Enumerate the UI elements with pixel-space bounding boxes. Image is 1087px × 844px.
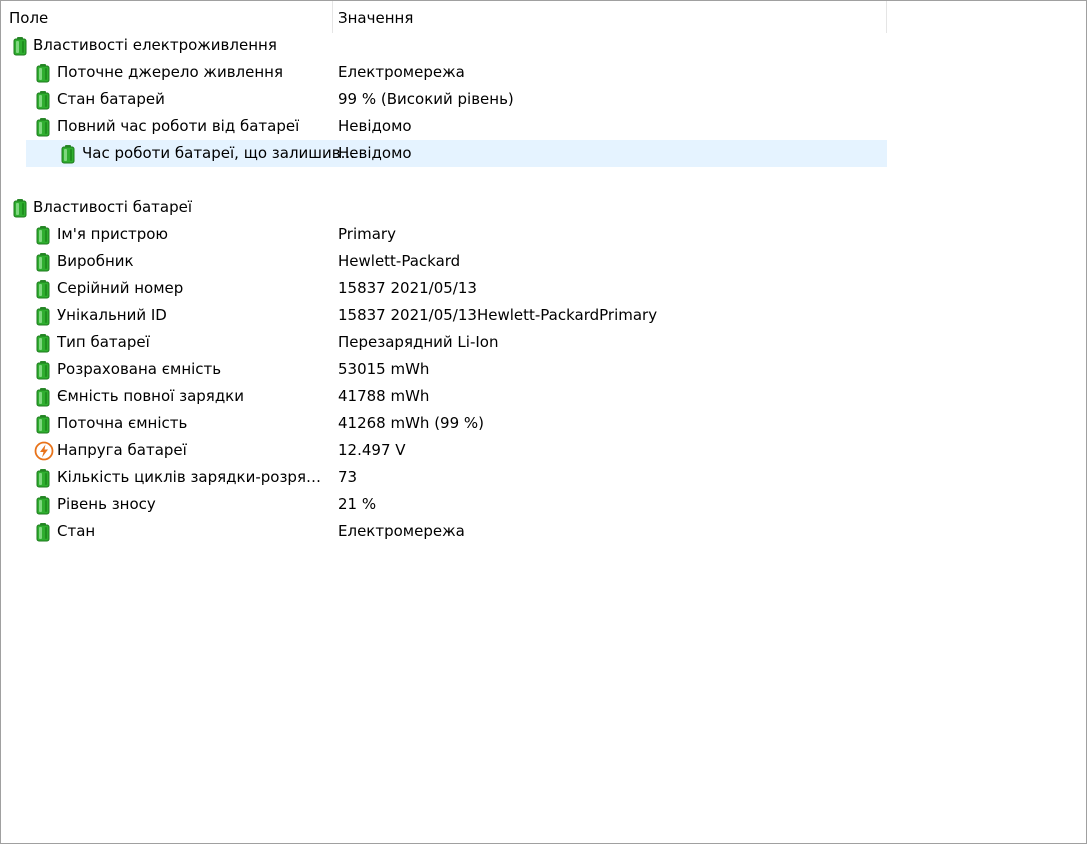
group-title: Властивості батареї bbox=[33, 198, 193, 216]
field-value: Невідомо bbox=[338, 117, 412, 135]
property-row[interactable]: Час роботи батареї, що залишив... Невідом… bbox=[26, 140, 887, 167]
property-row[interactable]: Розрахована ємність 53015 mWh bbox=[1, 356, 887, 383]
battery-icon bbox=[34, 360, 52, 380]
column-divider[interactable] bbox=[886, 1, 887, 33]
voltage-icon bbox=[34, 441, 54, 461]
battery-icon bbox=[34, 63, 52, 83]
field-label: Серійний номер bbox=[57, 279, 184, 297]
field-label: Кількість циклів зарядки-розрядки bbox=[57, 468, 330, 486]
battery-icon bbox=[34, 387, 52, 407]
field-label: Час роботи батареї, що залишив... bbox=[82, 144, 355, 162]
battery-icon bbox=[34, 225, 52, 245]
field-value: Hewlett-Packard bbox=[338, 252, 461, 270]
column-header: Поле Значення bbox=[1, 1, 887, 33]
property-row[interactable]: Стан Електромережа bbox=[1, 518, 887, 545]
property-row[interactable]: Поточне джерело живлення Електромережа bbox=[1, 59, 887, 86]
battery-icon bbox=[59, 144, 77, 164]
field-label: Виробник bbox=[57, 252, 134, 270]
field-value: 12.497 V bbox=[338, 441, 406, 459]
field-label: Ім'я пристрою bbox=[57, 225, 169, 243]
property-row[interactable]: Рівень зносу 21 % bbox=[1, 491, 887, 518]
property-row[interactable]: Виробник Hewlett-Packard bbox=[1, 248, 887, 275]
group-header[interactable]: Властивості батареї bbox=[1, 194, 887, 221]
battery-icon bbox=[11, 198, 29, 218]
column-header-field[interactable]: Поле bbox=[1, 1, 332, 33]
property-row[interactable]: Кількість циклів зарядки-розрядки 73 bbox=[1, 464, 887, 491]
field-value: 41788 mWh bbox=[338, 387, 430, 405]
battery-icon bbox=[34, 333, 52, 353]
battery-icon bbox=[34, 117, 52, 137]
property-row[interactable]: Ємність повної зарядки 41788 mWh bbox=[1, 383, 887, 410]
battery-icon bbox=[34, 252, 52, 272]
property-row[interactable]: Ім'я пристрою Primary bbox=[1, 221, 887, 248]
field-label: Тип батареї bbox=[57, 333, 150, 351]
field-value: Primary bbox=[338, 225, 396, 243]
property-list-window: Поле Значення Властивості електроживленн… bbox=[0, 0, 1087, 844]
field-label: Розрахована ємність bbox=[57, 360, 222, 378]
field-label: Повний час роботи від батареї bbox=[57, 117, 300, 135]
battery-icon bbox=[34, 522, 52, 542]
property-row[interactable]: Стан батарей 99 % (Високий рівень) bbox=[1, 86, 887, 113]
field-label: Поточне джерело живлення bbox=[57, 63, 283, 81]
property-row[interactable]: Тип батареї Перезарядний Li-Ion bbox=[1, 329, 887, 356]
group-header[interactable]: Властивості електроживлення bbox=[1, 32, 887, 59]
battery-icon bbox=[34, 414, 52, 434]
field-value: 41268 mWh (99 %) bbox=[338, 414, 485, 432]
property-row[interactable]: Унікальний ID 15837 2021/05/13Hewlett-Pac… bbox=[1, 302, 887, 329]
field-value: 73 bbox=[338, 468, 358, 486]
field-value: 15837 2021/05/13 bbox=[338, 279, 477, 297]
group-title: Властивості електроживлення bbox=[33, 36, 277, 54]
field-label: Стан bbox=[57, 522, 96, 540]
property-row[interactable]: Серійний номер 15837 2021/05/13 bbox=[1, 275, 887, 302]
field-value: Електромережа bbox=[338, 63, 465, 81]
battery-icon bbox=[34, 90, 52, 110]
field-value: Невідомо bbox=[338, 144, 412, 162]
field-label: Унікальний ID bbox=[57, 306, 167, 324]
field-value: Електромережа bbox=[338, 522, 465, 540]
property-row[interactable]: Повний час роботи від батареї Невідомо bbox=[1, 113, 887, 140]
field-value: 53015 mWh bbox=[338, 360, 430, 378]
field-label: Поточна ємність bbox=[57, 414, 188, 432]
battery-icon bbox=[34, 306, 52, 326]
battery-icon bbox=[34, 279, 52, 299]
battery-icon bbox=[34, 468, 52, 488]
field-value: 21 % bbox=[338, 495, 377, 513]
field-value: Перезарядний Li-Ion bbox=[338, 333, 499, 351]
column-header-value[interactable]: Значення bbox=[332, 1, 887, 33]
battery-icon bbox=[11, 36, 29, 56]
property-rows: Властивості електроживлення Поточне джере… bbox=[1, 32, 887, 545]
field-label: Стан батарей bbox=[57, 90, 165, 108]
field-label: Рівень зносу bbox=[57, 495, 156, 513]
field-label: Напруга батареї bbox=[57, 441, 187, 459]
battery-icon bbox=[34, 495, 52, 515]
field-value: 99 % (Високий рівень) bbox=[338, 90, 514, 108]
property-row[interactable]: Поточна ємність 41268 mWh (99 %) bbox=[1, 410, 887, 437]
field-label: Ємність повної зарядки bbox=[57, 387, 244, 405]
property-row[interactable]: Напруга батареї 12.497 V bbox=[1, 437, 887, 464]
field-value: 15837 2021/05/13Hewlett-PackardPrimary bbox=[338, 306, 658, 324]
